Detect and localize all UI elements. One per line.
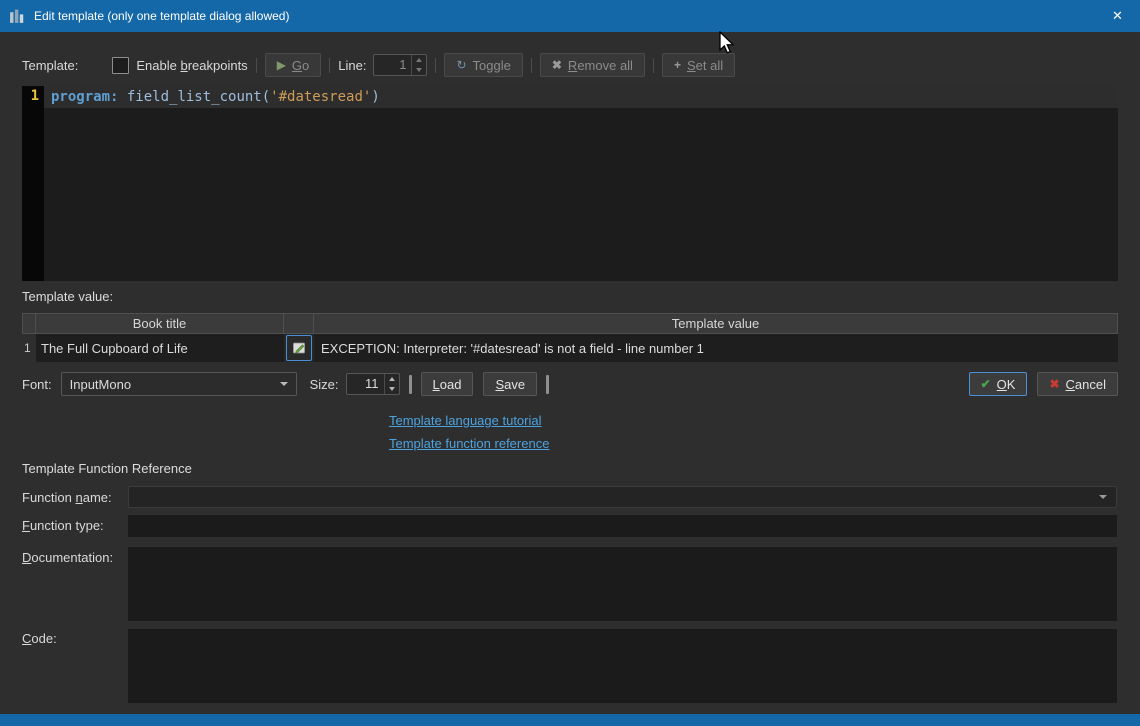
function-type-field <box>128 515 1117 537</box>
template-value-label: Template value: <box>22 289 114 304</box>
spin-up-icon[interactable] <box>412 55 426 65</box>
column-header-book-title: Book title <box>36 313 284 334</box>
row-number: 1 <box>22 334 36 362</box>
help-links: Template language tutorial Template func… <box>389 413 549 451</box>
chevron-down-icon <box>279 382 288 386</box>
toolbar-separator <box>435 57 437 73</box>
size-label: Size: <box>309 376 339 392</box>
code-function-call: field_list_count( <box>118 89 271 105</box>
code-label: Code: <box>22 631 57 646</box>
line-spinbox[interactable]: 1 <box>373 54 428 76</box>
table-corner-header <box>22 313 36 334</box>
toolbar-separator <box>255 57 257 73</box>
play-icon: ▶ <box>276 58 286 72</box>
window-bottom-edge <box>0 714 1140 726</box>
documentation-textarea[interactable] <box>128 547 1117 621</box>
table-row: 1 The Full Cupboard of Life EXCEPTION: I… <box>22 334 1118 362</box>
line-spinbox-value: 1 <box>399 57 407 72</box>
line-number-gutter: 1 <box>22 86 44 281</box>
toolbar-separator <box>652 57 654 73</box>
enable-breakpoints-checkbox[interactable] <box>112 56 130 74</box>
open-editor-button[interactable] <box>286 335 312 361</box>
template-value-cell[interactable]: EXCEPTION: Interpreter: '#datesread' is … <box>314 334 1118 362</box>
set-all-icon: + <box>673 58 681 72</box>
enable-breakpoints-label[interactable]: Enable breakpoints <box>136 58 247 73</box>
function-reference-title: Template Function Reference <box>22 461 192 476</box>
spin-down-icon[interactable] <box>385 384 399 394</box>
set-all-button[interactable]: + Set all <box>661 53 736 77</box>
font-label: Font: <box>22 376 52 392</box>
code-close-paren: ) <box>371 89 380 105</box>
function-name-label: Function name: <box>22 490 112 505</box>
template-code-editor[interactable]: 1 program: field_list_count('#datesread'… <box>22 86 1118 281</box>
code-line-1: program: field_list_count('#datesread') <box>44 86 1118 108</box>
font-size-spinbox[interactable]: 11 <box>345 373 400 395</box>
chevron-down-icon <box>1099 495 1107 499</box>
code-textarea[interactable] <box>128 629 1117 703</box>
template-label: Template: <box>22 57 79 73</box>
column-header-edit <box>284 313 314 334</box>
template-function-reference-link[interactable]: Template function reference <box>389 436 549 451</box>
edit-template-dialog: Edit template (only one template dialog … <box>0 0 1140 726</box>
close-button[interactable]: ✕ <box>1095 0 1140 32</box>
code-keyword: program: <box>51 89 119 105</box>
spin-up-icon[interactable] <box>385 374 399 384</box>
template-language-tutorial-link[interactable]: Template language tutorial <box>389 413 549 428</box>
font-combobox-value: InputMono <box>69 376 132 392</box>
splitter-handle <box>408 374 412 394</box>
window-title: Edit template (only one template dialog … <box>34 9 290 23</box>
font-row: Font: InputMono Size: 11 Load Save ✔ OK … <box>22 371 1118 397</box>
toggle-breakpoint-icon: ↻ <box>456 58 467 72</box>
close-icon: ✕ <box>1112 8 1123 23</box>
check-icon: ✔ <box>980 377 991 391</box>
titlebar: Edit template (only one template dialog … <box>0 0 1140 32</box>
book-title-cell[interactable]: The Full Cupboard of Life <box>36 334 284 362</box>
app-icon <box>10 9 24 23</box>
function-name-combobox[interactable] <box>128 486 1117 508</box>
column-header-template-value: Template value <box>314 313 1118 334</box>
remove-all-icon: ✖ <box>551 58 562 72</box>
cancel-button[interactable]: ✖ Cancel <box>1037 372 1118 396</box>
line-label: Line: <box>338 57 367 73</box>
load-button[interactable]: Load <box>420 372 474 396</box>
splitter-handle <box>546 374 550 394</box>
cancel-icon: ✖ <box>1049 377 1060 391</box>
toolbar-separator <box>329 57 331 73</box>
documentation-label: Documentation: <box>22 550 114 565</box>
font-combobox[interactable]: InputMono <box>60 372 297 396</box>
save-button[interactable]: Save <box>483 372 538 396</box>
code-string-literal: '#datesread' <box>270 89 372 105</box>
font-size-value: 11 <box>365 376 379 391</box>
spin-down-icon[interactable] <box>412 65 426 75</box>
go-button[interactable]: ▶ Go <box>264 53 322 77</box>
breakpoint-toolbar: Template: Enable breakpoints ▶ Go Line: … <box>22 52 1118 78</box>
ok-button[interactable]: ✔ OK <box>968 372 1028 396</box>
template-value-table: Book title Template value 1 The Full Cup… <box>22 313 1118 362</box>
toggle-button[interactable]: ↻ Toggle <box>444 53 523 77</box>
remove-all-button[interactable]: ✖ Remove all <box>539 53 645 77</box>
line-number: 1 <box>30 88 39 104</box>
function-type-label: Function type: <box>22 518 104 533</box>
edit-icon <box>293 342 305 354</box>
toolbar-separator <box>530 57 532 73</box>
